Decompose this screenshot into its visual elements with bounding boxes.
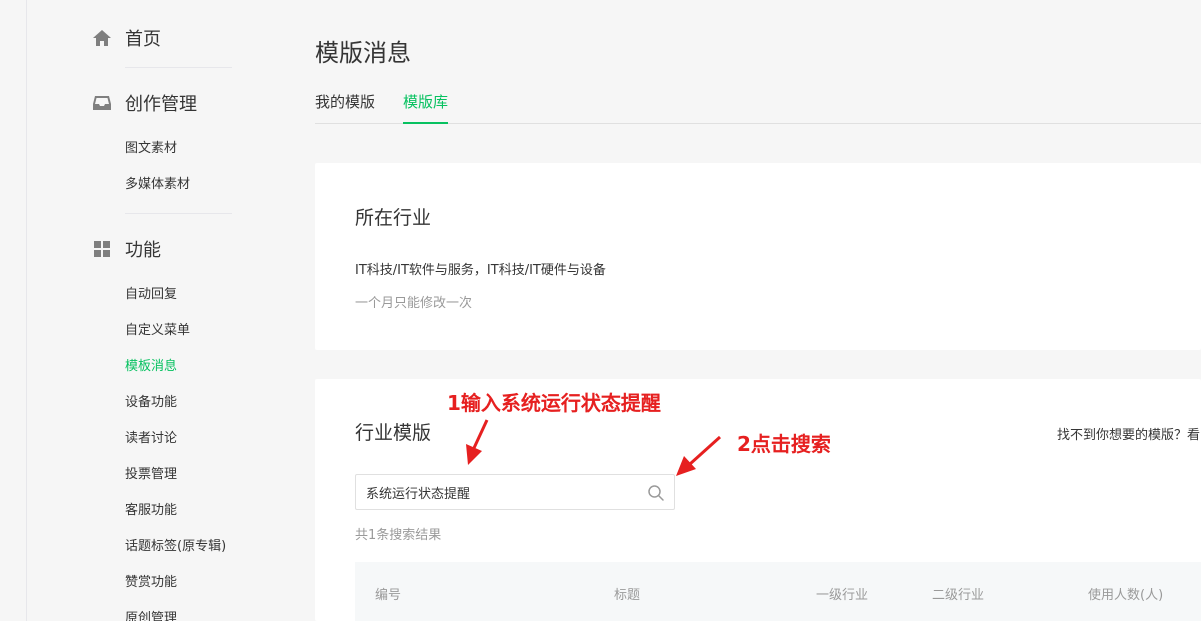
sidebar-item-appreciation[interactable]: 赞赏功能 — [125, 571, 177, 590]
column-header-title: 标题 — [614, 588, 641, 603]
sidebar-section-creation[interactable]: 创作管理 — [92, 90, 197, 116]
industry-card-title: 所在行业 — [355, 207, 432, 229]
page-title: 模版消息 — [315, 39, 411, 67]
sidebar-item-custom-menu[interactable]: 自定义菜单 — [125, 319, 190, 338]
search-box — [355, 474, 675, 510]
sidebar-item-home[interactable]: 首页 — [92, 25, 161, 51]
sidebar-item-device-features[interactable]: 设备功能 — [125, 391, 177, 410]
annotation-step1: 1输入系统运行状态提醒 — [447, 391, 661, 415]
sidebar-item-vote-management[interactable]: 投票管理 — [125, 463, 177, 482]
sidebar-divider — [125, 213, 232, 214]
home-icon — [92, 28, 112, 48]
column-header-primary-industry: 一级行业 — [816, 588, 869, 603]
inbox-icon — [92, 93, 112, 113]
sidebar-features-label: 功能 — [125, 240, 161, 261]
sidebar-home-label: 首页 — [125, 29, 161, 50]
sidebar-creation-label: 创作管理 — [125, 94, 197, 115]
industry-value: IT科技/IT软件与服务，IT科技/IT硬件与设备 — [355, 263, 606, 278]
industry-card: 所在行业 IT科技/IT软件与服务，IT科技/IT硬件与设备 一个月只能修改一次 — [315, 163, 1201, 350]
column-header-secondary-industry: 二级行业 — [932, 588, 985, 603]
column-header-usage-count: 使用人数(人) — [1088, 588, 1164, 603]
search-result-count: 共1条搜索结果 — [355, 528, 442, 543]
template-card-title: 行业模版 — [355, 422, 432, 444]
sidebar-divider — [125, 67, 232, 68]
sidebar-section-features[interactable]: 功能 — [92, 236, 161, 262]
table-header: 编号 标题 一级行业 二级行业 使用人数(人) — [355, 562, 1201, 621]
sidebar-item-topic-tags[interactable]: 话题标签(原专辑) — [125, 535, 226, 554]
tab-template-library[interactable]: 模版库 — [403, 92, 449, 124]
grid-icon — [92, 239, 112, 259]
tab-my-templates[interactable]: 我的模版 — [315, 92, 375, 124]
sidebar-item-reader-discussion[interactable]: 读者讨论 — [125, 427, 177, 446]
sidebar-item-customer-service[interactable]: 客服功能 — [125, 499, 177, 518]
sidebar-item-original-management[interactable]: 原创管理 — [125, 607, 177, 621]
annotation-step2: 2点击搜索 — [737, 432, 831, 456]
sidebar-item-template-message[interactable]: 模板消息 — [125, 355, 177, 374]
tab-bar: 我的模版 模版库 — [315, 92, 1201, 124]
sidebar-item-multimedia-material[interactable]: 多媒体素材 — [125, 173, 190, 192]
sidebar: 首页 创作管理 图文素材 多媒体素材 功能 自动回复 自定义菜单 模板消息 设备… — [0, 0, 300, 621]
search-icon[interactable] — [646, 483, 666, 503]
template-not-found-link[interactable]: 找不到你想要的模版？看 — [1057, 424, 1200, 443]
column-header-id: 编号 — [375, 588, 402, 603]
sidebar-item-auto-reply[interactable]: 自动回复 — [125, 283, 177, 302]
sidebar-item-image-text-material[interactable]: 图文素材 — [125, 137, 177, 156]
search-input[interactable] — [356, 475, 626, 509]
industry-hint: 一个月只能修改一次 — [355, 296, 473, 311]
